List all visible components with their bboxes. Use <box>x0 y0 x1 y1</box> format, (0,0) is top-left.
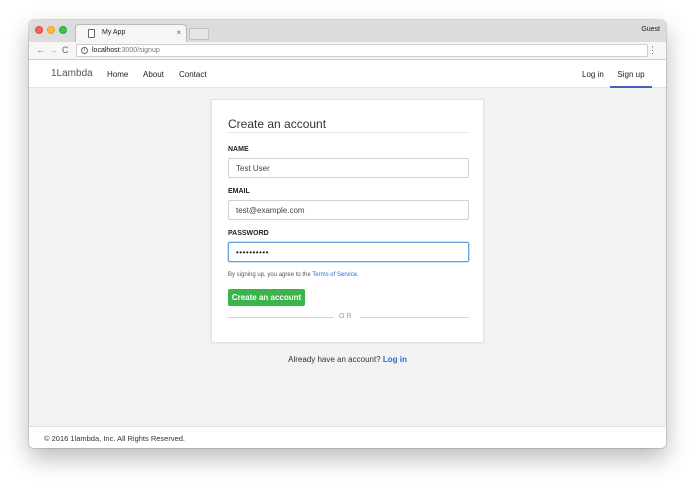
tab-bar: My App × Guest <box>29 20 666 42</box>
or-divider-left <box>228 317 334 318</box>
name-field[interactable]: Test User <box>228 158 469 178</box>
copyright-text: © 2016 1lambda, Inc. All Rights Reserved… <box>44 434 186 443</box>
footer: © 2016 1lambda, Inc. All Rights Reserved… <box>29 426 666 448</box>
address-bar[interactable]: i localhost:3000/signup <box>76 44 648 57</box>
email-field[interactable]: test@example.com <box>228 200 469 220</box>
close-window-button[interactable] <box>35 26 43 34</box>
forward-icon[interactable]: → <box>49 45 58 55</box>
back-icon[interactable]: ← <box>36 45 45 55</box>
login-prompt: Already have an account? Log in <box>29 355 666 364</box>
tab-close-icon[interactable]: × <box>176 28 181 37</box>
minimize-window-button[interactable] <box>47 26 55 34</box>
password-field[interactable]: •••••••••• <box>228 242 469 262</box>
menu-icon[interactable]: ⋮ <box>648 45 657 56</box>
or-divider-text: OR <box>339 313 354 320</box>
form-title: Create an account <box>228 117 327 131</box>
create-account-button[interactable]: Create an account <box>228 289 305 306</box>
url-text: localhost:3000/signup <box>92 47 160 54</box>
url-host: localhost <box>92 47 120 54</box>
nav-signup[interactable]: Sign up <box>610 60 652 88</box>
url-path: :3000/signup <box>119 47 160 54</box>
title-divider <box>228 132 469 133</box>
terms-link[interactable]: Terms of Service <box>312 272 357 278</box>
profile-label[interactable]: Guest <box>641 26 660 33</box>
signup-card: Create an account NAME Test User EMAIL t… <box>211 99 484 343</box>
terms-notice: By signing up, you agree to the Terms of… <box>228 272 359 278</box>
login-prompt-text: Already have an account? <box>288 355 383 364</box>
password-label: PASSWORD <box>228 230 269 237</box>
browser-toolbar: ← → C i localhost:3000/signup ⋮ <box>29 42 666 60</box>
tab-title: My App <box>102 29 126 36</box>
brand-logo[interactable]: 1Lambda <box>51 68 93 79</box>
nav-login[interactable]: Log in <box>582 70 604 79</box>
terms-suffix: . <box>356 272 359 278</box>
terms-prefix: By signing up, you agree to the <box>228 272 313 278</box>
nav-home[interactable]: Home <box>107 70 128 79</box>
browser-window: My App × Guest ← → C i localhost:3000/si… <box>29 20 666 448</box>
login-link[interactable]: Log in <box>383 355 407 364</box>
name-label: NAME <box>228 146 249 153</box>
site-navbar: 1Lambda Home About Contact Log in Sign u… <box>29 60 666 88</box>
browser-tab[interactable]: My App × <box>75 24 187 42</box>
info-icon[interactable]: i <box>81 47 88 54</box>
nav-contact[interactable]: Contact <box>179 70 207 79</box>
new-tab-button[interactable] <box>189 28 209 40</box>
reload-icon[interactable]: C <box>62 45 69 55</box>
nav-about[interactable]: About <box>143 70 164 79</box>
maximize-window-button[interactable] <box>59 26 67 34</box>
page-icon <box>88 29 95 38</box>
or-divider-right <box>360 317 469 318</box>
email-label: EMAIL <box>228 188 250 195</box>
